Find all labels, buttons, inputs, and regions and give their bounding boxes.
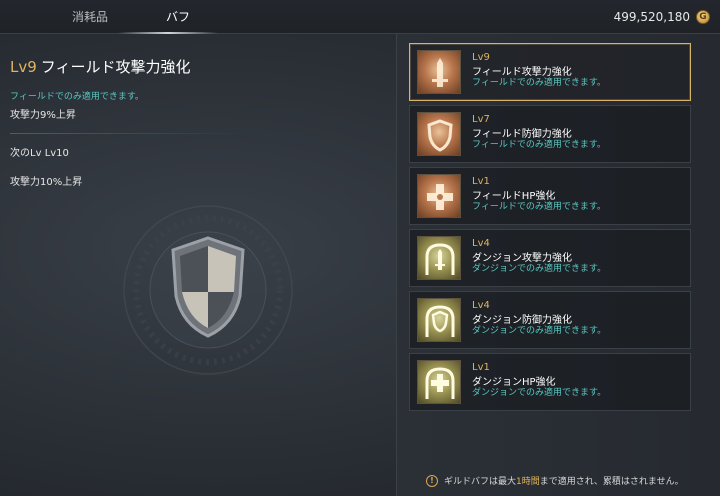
buff-level: Lv4 [472,300,490,311]
detail-name: フィールド攻撃力強化 [40,58,191,76]
shield-icon [417,112,461,156]
next-level-label: 次のLv [10,148,42,159]
buff-level: Lv1 [472,176,490,187]
buff-level: Lv4 [472,238,490,249]
top-bar: 消耗品 バフ 499,520,180 G [0,0,720,34]
cross-gate-icon [417,360,461,404]
buff-item-field-attack[interactable]: Lv9 フィールド攻撃力強化 フィールドでのみ適用できます。 [409,43,691,101]
detail-divider [10,133,248,134]
buff-level: Lv7 [472,114,490,125]
sword-icon [417,50,461,94]
detail-effect: 攻撃力9%上昇 [10,110,76,121]
gold-display: 499,520,180 G [614,0,710,34]
active-tab-indicator [118,32,218,34]
gold-amount: 499,520,180 [613,10,690,24]
shield-emblem-icon [118,200,298,380]
buff-detail: Lv9 フィールド攻撃力強化 フィールドでのみ適用できます。 攻撃力9%上昇 次の… [10,56,250,188]
cross-icon [417,174,461,218]
buff-item-dungeon-hp[interactable]: Lv1 ダンジョンHP強化 ダンジョンでのみ適用できます。 [409,353,691,411]
tab-consumables[interactable]: 消耗品 [40,0,140,34]
detail-condition: フィールドでのみ適用できます。 [10,92,144,102]
buff-condition: フィールドでのみ適用できます。 [472,140,606,150]
buff-level: Lv9 [472,52,490,63]
warning-icon: ! [426,474,438,487]
notice-text: ギルドバフは最大1時間まで適用され、累積はされません。 [444,477,684,487]
buff-item-field-hp[interactable]: Lv1 フィールドHP強化 フィールドでのみ適用できます。 [409,167,691,225]
next-level-effect: 攻撃力10%上昇 [10,177,83,188]
buff-list-panel: Lv9 フィールド攻撃力強化 フィールドでのみ適用できます。 Lv7 フィールド… [396,34,720,496]
next-level-row: 次のLv Lv10 [10,144,250,159]
next-level-value: Lv10 [44,148,69,159]
guild-buff-notice: ! ギルドバフは最大1時間まで適用され、累積はされません。 [426,474,684,487]
buff-condition: ダンジョンでのみ適用できます。 [472,326,607,336]
buff-condition: ダンジョンでのみ適用できます。 [472,264,607,274]
detail-level: Lv9 [10,58,37,76]
buff-condition: フィールドでのみ適用できます。 [472,202,606,212]
buff-condition: ダンジョンでのみ適用できます。 [472,388,607,398]
tab-buffs[interactable]: バフ [128,0,228,34]
sword-gate-icon [417,236,461,280]
buff-level: Lv1 [472,362,490,373]
buff-item-dungeon-attack[interactable]: Lv4 ダンジョン攻撃力強化 ダンジョンでのみ適用できます。 [409,229,691,287]
buff-item-field-defense[interactable]: Lv7 フィールド防御力強化 フィールドでのみ適用できます。 [409,105,691,163]
buff-condition: フィールドでのみ適用できます。 [472,78,606,88]
gold-coin-icon: G [696,10,710,24]
detail-title: Lv9 フィールド攻撃力強化 [10,56,250,77]
buff-item-dungeon-defense[interactable]: Lv4 ダンジョン防御力強化 ダンジョンでのみ適用できます。 [409,291,691,349]
shield-gate-icon [417,298,461,342]
